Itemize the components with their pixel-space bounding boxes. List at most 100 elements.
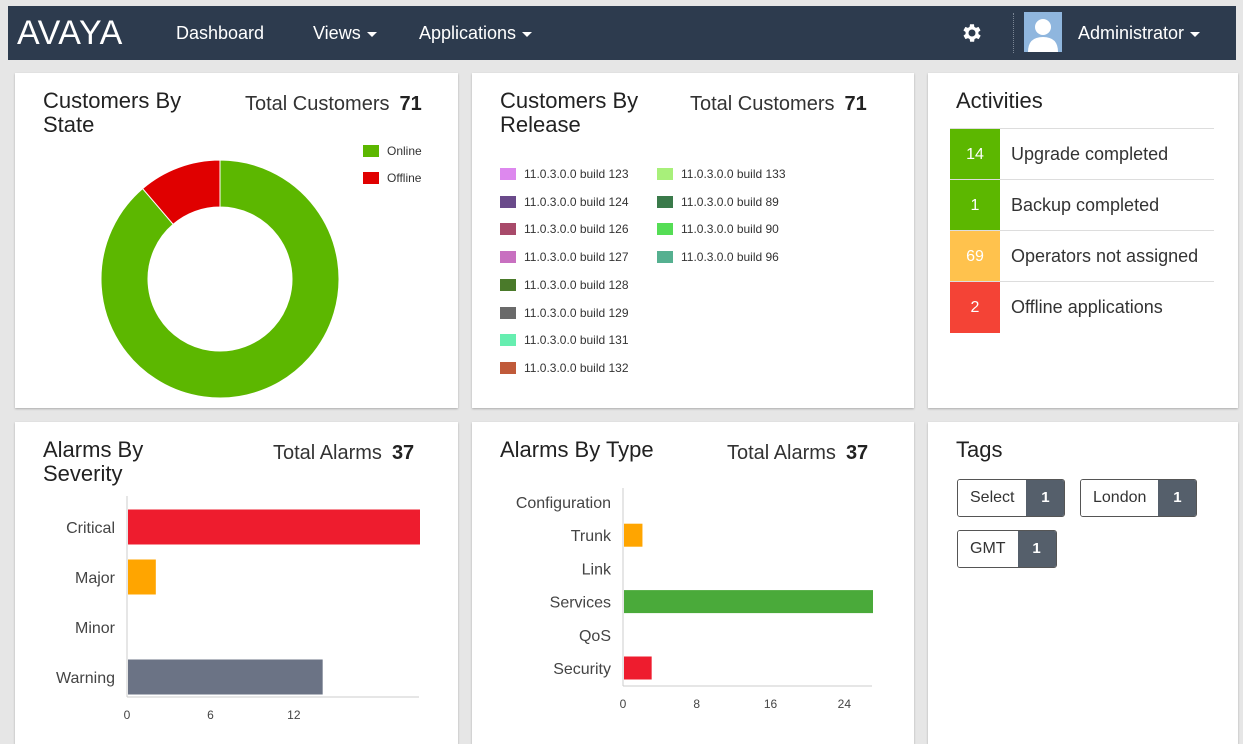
tag-count: 1 bbox=[1158, 480, 1197, 516]
legend-swatch bbox=[363, 172, 379, 184]
bar-security[interactable] bbox=[624, 656, 652, 680]
activity-label: Operators not assigned bbox=[1011, 246, 1199, 266]
legend-item[interactable]: 11.0.3.0.0 build 90 bbox=[657, 222, 779, 236]
legend-item[interactable]: 11.0.3.0.0 build 132 bbox=[500, 361, 629, 375]
legend-swatch bbox=[500, 334, 516, 347]
chevron-down-icon bbox=[366, 31, 377, 37]
tag-name: Select bbox=[958, 480, 1027, 516]
bar-services[interactable] bbox=[624, 590, 873, 614]
legend-item[interactable]: 11.0.3.0.0 build 131 bbox=[500, 333, 629, 347]
activity-count-badge: 14 bbox=[950, 129, 1000, 180]
activity-count-badge: 69 bbox=[950, 231, 1000, 282]
category-label: Trunk bbox=[571, 528, 612, 545]
tag-count: 1 bbox=[1026, 480, 1065, 516]
category-label: Configuration bbox=[516, 495, 611, 512]
user-name: Administrator bbox=[1078, 23, 1185, 43]
activity-count-badge: 1 bbox=[950, 180, 1000, 231]
tags-panel: Tags Select 1 London 1 GMT 1 bbox=[928, 422, 1238, 744]
top-navbar: AVAYA Dashboard Views Applications Admin… bbox=[8, 6, 1236, 60]
bar-critical[interactable] bbox=[128, 509, 420, 545]
nav-dashboard[interactable]: Dashboard bbox=[176, 23, 264, 44]
activity-row-upgrade[interactable]: 14 Upgrade completed bbox=[950, 128, 1214, 180]
legend-label: 11.0.3.0.0 build 128 bbox=[524, 277, 629, 292]
customers-by-state-panel: Customers By State Total Customers 71 Onl… bbox=[15, 73, 458, 408]
activity-label: Upgrade completed bbox=[1011, 144, 1169, 164]
total-label: Total Customers bbox=[690, 93, 835, 115]
legend-item[interactable]: 11.0.3.0.0 build 128 bbox=[500, 278, 629, 292]
legend-label: 11.0.3.0.0 build 127 bbox=[524, 250, 629, 265]
tag-gmt[interactable]: GMT 1 bbox=[957, 530, 1057, 568]
legend-swatch bbox=[657, 168, 673, 180]
legend-label: 11.0.3.0.0 build 126 bbox=[524, 222, 629, 237]
tag-london[interactable]: London 1 bbox=[1080, 479, 1198, 517]
user-icon bbox=[1028, 19, 1058, 52]
x-tick-label: 16 bbox=[764, 697, 778, 711]
category-label: Security bbox=[553, 661, 611, 678]
activity-row-backup[interactable]: 1 Backup completed bbox=[950, 179, 1214, 231]
panel-title: Tags bbox=[956, 437, 1003, 462]
legend-item[interactable]: 11.0.3.0.0 build 124 bbox=[500, 195, 629, 209]
legend-label: Offline bbox=[387, 171, 422, 185]
tag-name: GMT bbox=[958, 531, 1018, 567]
total-value: 71 bbox=[844, 93, 867, 115]
category-label: QoS bbox=[579, 628, 611, 645]
legend-label: Online bbox=[387, 144, 422, 158]
nav-applications-label: Applications bbox=[419, 23, 517, 43]
customers-by-release-panel: Customers By Release Total Customers 71 1… bbox=[472, 73, 914, 408]
user-menu[interactable]: Administrator bbox=[1078, 23, 1201, 44]
legend-item[interactable]: 11.0.3.0.0 build 89 bbox=[657, 195, 779, 209]
category-label: Services bbox=[550, 595, 611, 612]
panel-title: Customers By Release bbox=[500, 88, 639, 137]
tag-count: 1 bbox=[1017, 531, 1056, 567]
legend-label: 11.0.3.0.0 build 96 bbox=[681, 250, 779, 265]
nav-views-dropdown[interactable]: Views bbox=[313, 23, 377, 44]
alarms-severity-bar-chart: Critical Major Minor Warning 0 6 12 bbox=[56, 496, 420, 722]
legend-offline[interactable]: Offline bbox=[363, 171, 421, 185]
legend-item[interactable]: 11.0.3.0.0 build 96 bbox=[657, 250, 779, 264]
chevron-down-icon bbox=[1190, 31, 1201, 37]
legend-label: 11.0.3.0.0 build 89 bbox=[681, 194, 779, 209]
nav-applications-dropdown[interactable]: Applications bbox=[419, 23, 533, 44]
legend-item[interactable]: 11.0.3.0.0 build 123 bbox=[500, 167, 629, 181]
nav-views-label: Views bbox=[313, 23, 361, 43]
legend-item[interactable]: 11.0.3.0.0 build 127 bbox=[500, 250, 629, 264]
x-tick-label: 12 bbox=[287, 708, 301, 722]
legend-item[interactable]: 11.0.3.0.0 build 129 bbox=[500, 306, 629, 320]
legend-label: 11.0.3.0.0 build 133 bbox=[681, 167, 786, 181]
x-tick-label: 24 bbox=[838, 697, 852, 711]
legend-swatch bbox=[500, 195, 516, 208]
bar-warning[interactable] bbox=[128, 659, 323, 695]
panel-title: Activities bbox=[956, 88, 1043, 113]
user-avatar[interactable] bbox=[1024, 12, 1062, 52]
avaya-logo[interactable]: AVAYA bbox=[17, 14, 123, 53]
legend-swatch bbox=[363, 145, 379, 157]
legend-item[interactable]: 11.0.3.0.0 build 126 bbox=[500, 222, 629, 236]
legend-swatch bbox=[500, 361, 516, 374]
activity-label: Backup completed bbox=[1011, 195, 1160, 215]
activity-count-badge: 2 bbox=[950, 282, 1000, 333]
activities-panel: Activities 14 Upgrade completed 1 Backup… bbox=[928, 73, 1238, 408]
x-tick-label: 0 bbox=[124, 708, 131, 722]
alarms-by-severity-panel: Alarms By Severity Total Alarms 37 Critic… bbox=[15, 422, 458, 744]
nav-divider bbox=[1013, 13, 1014, 53]
activity-row-offline[interactable]: 2 Offline applications bbox=[950, 281, 1214, 333]
tag-select[interactable]: Select 1 bbox=[957, 479, 1066, 517]
x-tick-label: 0 bbox=[620, 697, 627, 711]
legend-online[interactable]: Online bbox=[363, 144, 422, 158]
gear-icon[interactable] bbox=[960, 21, 984, 45]
category-label: Minor bbox=[75, 620, 116, 637]
bar-trunk[interactable] bbox=[624, 523, 643, 547]
legend-label: 11.0.3.0.0 build 124 bbox=[524, 194, 629, 209]
alarms-by-type-panel: Alarms By Type Total Alarms 37 Configurat… bbox=[472, 422, 914, 744]
total-customers: Total Customers 71 bbox=[690, 93, 867, 116]
customers-state-donut-chart bbox=[100, 159, 340, 399]
tag-name: London bbox=[1081, 480, 1159, 516]
legend-swatch bbox=[657, 223, 673, 236]
activity-row-operators[interactable]: 69 Operators not assigned bbox=[950, 230, 1214, 282]
bar-major[interactable] bbox=[128, 559, 156, 595]
x-tick-label: 8 bbox=[693, 697, 700, 711]
legend-item[interactable]: 11.0.3.0.0 build 133 bbox=[657, 167, 786, 181]
category-label: Critical bbox=[66, 520, 115, 537]
category-label: Major bbox=[75, 570, 116, 587]
legend-swatch bbox=[500, 223, 516, 236]
